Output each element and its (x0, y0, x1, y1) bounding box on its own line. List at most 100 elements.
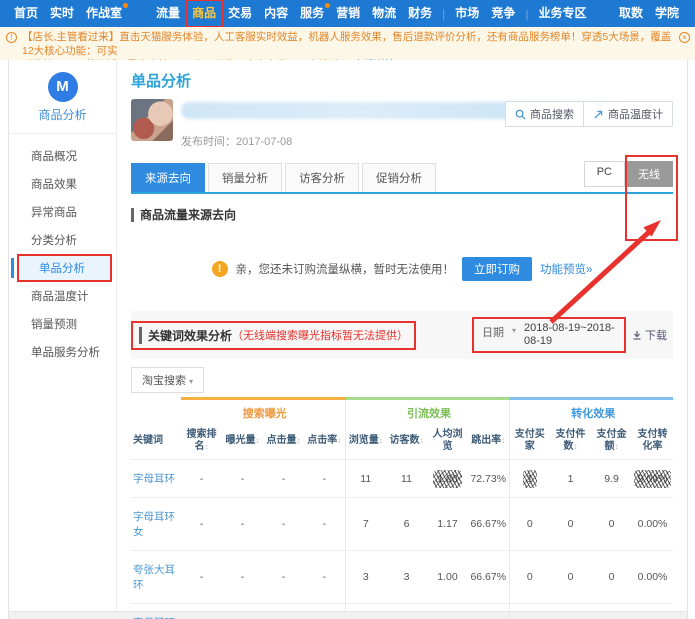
pc-toggle-button[interactable]: PC (584, 161, 625, 187)
sort-icon[interactable]: ↕ (379, 436, 383, 445)
nav-item-warroom[interactable]: 作战室 (80, 0, 128, 27)
col-pay-buyers: 支付买家 (509, 423, 550, 460)
table-cell: 0 (591, 551, 632, 604)
nav-item-marketing[interactable]: 营销 (330, 0, 366, 27)
sidebar-menu: 商品概况 商品效果 异常商品 分类分析 单品分析 商品温度计 销量预测 单品服务… (9, 134, 116, 366)
tab-sales-analysis[interactable]: 销量分析 (208, 163, 282, 192)
table-body: 字母耳环----11111.0072.73%119.99.09%字母耳环女---… (131, 460, 673, 619)
sort-icon[interactable]: ↕ (420, 436, 424, 445)
tab-promotion-analysis[interactable]: 促销分析 (362, 163, 436, 192)
caret-down-icon[interactable]: ▾ (512, 326, 516, 335)
goods-search-button[interactable]: 商品搜索 (506, 102, 583, 126)
taobao-search-tab[interactable]: 淘宝搜索 ▾ (131, 367, 204, 393)
table-row: 字母耳环----11111.0072.73%119.99.09% (131, 460, 673, 498)
col-pay-items[interactable]: 支付件数↕ (550, 423, 591, 460)
table-cell: 9.9 (591, 460, 632, 498)
sidebar-item-category-analysis[interactable]: 分类分析 (9, 226, 116, 254)
col-visitors[interactable]: 访客数↕ (386, 423, 427, 460)
table-cell: - (263, 551, 304, 604)
nav-item-academy[interactable]: 学院 (649, 0, 685, 27)
table-cell: - (222, 551, 263, 604)
nav-item-market[interactable]: 市场 (449, 0, 485, 27)
nav-item-trade[interactable]: 交易 (222, 0, 258, 27)
table-cell: 3 (345, 604, 386, 619)
keyword-link[interactable]: 夸张大耳环 (131, 551, 181, 604)
col-search-rank[interactable]: 搜索排名↕ (181, 423, 222, 460)
table-cell: - (181, 604, 222, 619)
table-cell: 66.67% (468, 498, 509, 551)
sidebar-item-item-service-analysis[interactable]: 单品服务分析 (9, 338, 116, 366)
sort-icon[interactable]: ↕ (615, 442, 619, 451)
nav-item-service[interactable]: 服务 (294, 0, 330, 27)
feature-preview-link[interactable]: 功能预览» (540, 261, 592, 277)
table-cell: 66.67% (468, 551, 509, 604)
download-button[interactable]: 下载 (632, 327, 667, 343)
nav-item-home[interactable]: 首页 (8, 0, 44, 27)
goods-thermometer-button[interactable]: 商品温度计 (583, 102, 672, 126)
sidebar-item-goods-thermometer[interactable]: 商品温度计 (9, 282, 116, 310)
sidebar-item-sales-forecast[interactable]: 销量预测 (9, 310, 116, 338)
sort-icon[interactable]: ↕ (297, 436, 301, 445)
sort-icon[interactable]: ↕ (337, 436, 341, 445)
sort-icon[interactable]: ↕ (501, 436, 505, 445)
keyword-section-controls: 日期 ▾ 2018-08-19~2018-08-19 下载 (472, 317, 667, 353)
keyword-section-bar: 关键词效果分析 （无线端搜索曝光指标暂无法提供） 日期 ▾ 2018-08-19… (131, 311, 673, 359)
tab-source-destination[interactable]: 来源去向 (131, 163, 205, 192)
close-icon[interactable]: × (679, 32, 690, 43)
col-bounce-rate[interactable]: 跳出率↕ (468, 423, 509, 460)
table-cell: 11 (345, 460, 386, 498)
col-click-rate[interactable]: 点击率↕ (304, 423, 345, 460)
col-exposure[interactable]: 曝光量↕ (222, 423, 263, 460)
sort-icon[interactable]: ↕ (256, 436, 260, 445)
keyword-link[interactable]: 字母耳环长 (131, 604, 181, 619)
nav-item-competition[interactable]: 竞争 (485, 0, 521, 27)
table-cell: - (304, 551, 345, 604)
nav-item-finance[interactable]: 财务 (402, 0, 438, 27)
col-clicks[interactable]: 点击量↕ (263, 423, 304, 460)
sidebar-item-goods-overview[interactable]: 商品概况 (9, 142, 116, 170)
subscribe-notice: ! 亲，您还未订购流量纵横，暂时无法使用！ 立即订购 功能预览» (131, 257, 673, 281)
keyword-effect-table: 搜索曝光 引流效果 转化效果 关键词 搜索排名↕ 曝光量↕ 点击量↕ 点击率↕ … (131, 397, 673, 619)
table-cell: 9.09% (632, 460, 673, 498)
table-cell: 3 (386, 604, 427, 619)
sidebar-item-single-item-analysis[interactable]: 单品分析 (17, 254, 112, 282)
order-now-button[interactable]: 立即订购 (462, 257, 532, 281)
keyword-link[interactable]: 字母耳环 (131, 460, 181, 498)
nav-item-traffic[interactable]: 流量 (150, 0, 186, 27)
nav-item-realtime[interactable]: 实时 (44, 0, 80, 27)
table-cell: 0.00% (632, 498, 673, 551)
nav-item-goods[interactable]: 商品 (186, 0, 222, 27)
col-pay-amount[interactable]: 支付金额↕ (591, 423, 632, 460)
thermometer-icon (593, 109, 604, 120)
wireless-toggle-button[interactable]: 无线 (625, 161, 673, 187)
table-cell: 0 (550, 604, 591, 619)
sort-icon[interactable]: ↕ (205, 442, 209, 451)
analysis-tabs: 来源去向 销量分析 访客分析 促销分析 PC 无线 (131, 163, 673, 194)
table-cell: - (181, 498, 222, 551)
keyword-section-title: 关键词效果分析 (139, 327, 232, 344)
search-icon (515, 109, 526, 120)
keyword-link[interactable]: 字母耳环女 (131, 498, 181, 551)
table-cell: - (222, 460, 263, 498)
sidebar: M 商品分析 商品概况 商品效果 异常商品 分类分析 单品分析 商品温度计 销量… (9, 60, 117, 611)
sidebar-item-abnormal-goods[interactable]: 异常商品 (9, 198, 116, 226)
sort-icon[interactable]: ↕ (574, 442, 578, 451)
nav-item-data-fetch[interactable]: 取数 (613, 0, 649, 27)
date-label: 日期 (482, 324, 504, 340)
group-conversion-effect: 转化效果 (509, 399, 673, 424)
table-group-header: 搜索曝光 引流效果 转化效果 (131, 399, 673, 424)
tab-visitor-analysis[interactable]: 访客分析 (285, 163, 359, 192)
table-row: 字母耳环长----331.0066.67%0000.00% (131, 604, 673, 619)
nav-item-content[interactable]: 内容 (258, 0, 294, 27)
promo-notice-line1: 【店长,主管看过来】直击天猫服务体验，人工客服实时效益，机器人服务效果，售后退款… (22, 31, 671, 57)
red-annotation-box-keyword-title: 关键词效果分析 （无线端搜索曝光指标暂无法提供） (131, 321, 416, 350)
sidebar-item-goods-effect[interactable]: 商品效果 (9, 170, 116, 198)
red-annotation-box-date: 日期 ▾ 2018-08-19~2018-08-19 (472, 317, 626, 353)
nav-item-logistics[interactable]: 物流 (366, 0, 402, 27)
download-icon (632, 330, 642, 340)
nav-item-bizzone[interactable]: 业务专区 (532, 0, 592, 27)
sidebar-title: 商品分析 (9, 106, 116, 134)
col-pageviews[interactable]: 浏览量↕ (345, 423, 386, 460)
table-cell: 0 (591, 498, 632, 551)
date-range-picker[interactable]: 2018-08-19~2018-08-19 (524, 322, 616, 348)
